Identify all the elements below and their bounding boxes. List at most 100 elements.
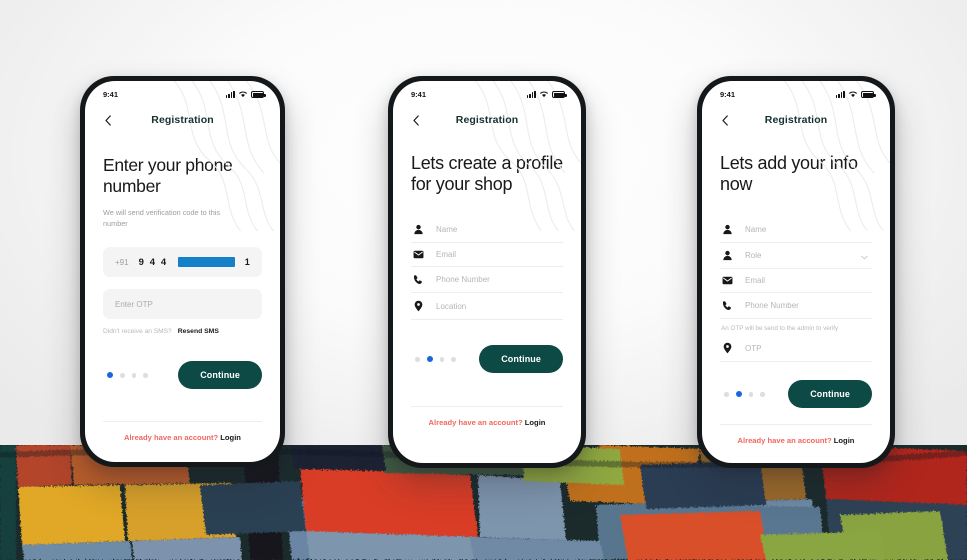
screen-3: 9:41 Registration Lets add your info now… — [702, 81, 890, 463]
wifi-icon — [848, 91, 858, 98]
signal-bars-icon — [526, 91, 536, 98]
chevron-left-icon[interactable] — [101, 112, 115, 128]
phone-placeholder: Phone Number — [436, 275, 490, 285]
otp-placeholder: Enter OTP — [115, 299, 153, 309]
battery-icon — [251, 91, 266, 98]
login-link[interactable]: Login — [834, 436, 855, 445]
phone-icon — [721, 300, 734, 311]
step-dot-4[interactable] — [143, 373, 148, 378]
screen-2: 9:41 Registration Lets create a profile … — [393, 81, 581, 463]
name-field[interactable]: Name — [720, 217, 872, 244]
step-dot-1[interactable] — [724, 392, 729, 397]
step-dots — [103, 372, 148, 379]
login-prefix: Already have an account? — [428, 418, 523, 428]
email-field[interactable]: Email — [411, 243, 563, 268]
name-field[interactable]: Name — [411, 217, 563, 244]
step-dot-2[interactable] — [735, 391, 742, 398]
phone-mockup-2: 9:41 Registration Lets create a profile … — [388, 76, 586, 468]
location-placeholder: Location — [436, 301, 467, 311]
step-dot-4[interactable] — [760, 392, 765, 397]
resend-row: Didn't receive an SMS? Resend SMS — [103, 328, 262, 335]
step-dot-3[interactable] — [131, 373, 136, 378]
otp-input[interactable]: Enter OTP — [103, 289, 262, 320]
chevron-left-icon[interactable] — [718, 112, 732, 128]
status-time: 9:41 — [720, 89, 736, 99]
wifi-icon — [238, 91, 248, 98]
phone-icon — [412, 274, 425, 285]
email-field[interactable]: Email — [720, 269, 872, 294]
subline: We will send verification code to this n… — [103, 208, 221, 228]
form-fields: Name Role Email Phone Number An OTP will… — [702, 217, 890, 363]
login-link[interactable]: Login — [525, 418, 546, 427]
phone-mockup-3: 9:41 Registration Lets add your info now… — [697, 76, 895, 468]
action-row: Continue — [393, 345, 581, 374]
login-row: Already have an account? Login — [85, 422, 280, 442]
headline: Enter your phone number — [103, 155, 233, 196]
step-dot-2[interactable] — [426, 356, 433, 363]
continue-button[interactable]: Continue — [479, 345, 563, 374]
action-row: Continue — [85, 361, 280, 390]
login-row: Already have an account? Login — [393, 407, 581, 427]
person-icon — [721, 224, 734, 235]
step-dot-1[interactable] — [415, 357, 420, 362]
nav-bar: Registration — [393, 107, 581, 133]
status-bar: 9:41 — [702, 81, 890, 103]
redaction-bar — [177, 257, 235, 268]
phone-field[interactable]: Phone Number — [720, 293, 872, 320]
location-pin-icon — [721, 342, 734, 354]
battery-icon — [552, 91, 567, 98]
step-dot-3[interactable] — [439, 357, 444, 362]
login-link[interactable]: Login — [220, 433, 241, 442]
resend-sms-button[interactable]: Resend SMS — [178, 328, 219, 335]
screen-1: 9:41 Registration Enter your phone numbe… — [85, 81, 280, 462]
step-dots — [720, 391, 765, 398]
chevron-down-icon[interactable] — [861, 247, 868, 265]
otp-placeholder: OTP — [745, 343, 762, 353]
name-placeholder: Name — [745, 225, 767, 235]
continue-button[interactable]: Continue — [788, 380, 872, 409]
status-time: 9:41 — [411, 89, 427, 99]
signal-bars-icon — [225, 91, 235, 98]
action-row: Continue — [702, 380, 890, 409]
phone-mockup-1: 9:41 Registration Enter your phone numbe… — [80, 76, 285, 467]
location-field[interactable]: Location — [411, 293, 563, 321]
otp-note: An OTP will be send to the admin to veri… — [721, 325, 839, 333]
role-placeholder: Role — [745, 251, 762, 261]
step-dot-2[interactable] — [120, 373, 125, 378]
status-bar: 9:41 — [85, 81, 280, 103]
wifi-icon — [539, 91, 549, 98]
continue-button[interactable]: Continue — [178, 361, 262, 390]
phone-visible-digits: 9 4 4 — [138, 256, 168, 268]
location-pin-icon — [412, 300, 425, 312]
step-dot-3[interactable] — [748, 392, 753, 397]
headline: Lets add your info now — [720, 153, 858, 195]
login-prefix: Already have an account? — [124, 433, 219, 443]
envelope-icon — [721, 276, 734, 285]
nav-bar: Registration — [702, 107, 890, 133]
email-placeholder: Email — [745, 276, 766, 286]
otp-field[interactable]: OTP — [720, 335, 872, 363]
step-dots — [411, 356, 456, 363]
person-icon — [721, 250, 734, 261]
phone-trailing-digit: 1 — [244, 257, 250, 268]
name-placeholder: Name — [436, 225, 458, 235]
role-field[interactable]: Role — [720, 243, 872, 270]
step-dot-1[interactable] — [107, 372, 113, 379]
phone-placeholder: Phone Number — [745, 301, 799, 311]
phone-number-input[interactable]: +91 9 4 4 1 — [103, 247, 262, 278]
envelope-icon — [412, 250, 425, 259]
resend-question: Didn't receive an SMS? — [103, 328, 172, 336]
status-bar: 9:41 — [393, 81, 581, 103]
email-placeholder: Email — [436, 250, 457, 260]
nav-bar: Registration — [85, 107, 280, 133]
login-prefix: Already have an account? — [737, 436, 832, 446]
status-time: 9:41 — [103, 89, 119, 99]
phone-field[interactable]: Phone Number — [411, 267, 563, 294]
country-code: +91 — [115, 257, 129, 267]
headline: Lets create a profile for your shop — [411, 153, 563, 195]
form-fields: Name Email Phone Number Location — [393, 217, 581, 321]
step-dot-4[interactable] — [451, 357, 456, 362]
battery-icon — [861, 91, 876, 98]
chevron-left-icon[interactable] — [409, 112, 423, 128]
person-icon — [412, 224, 425, 235]
